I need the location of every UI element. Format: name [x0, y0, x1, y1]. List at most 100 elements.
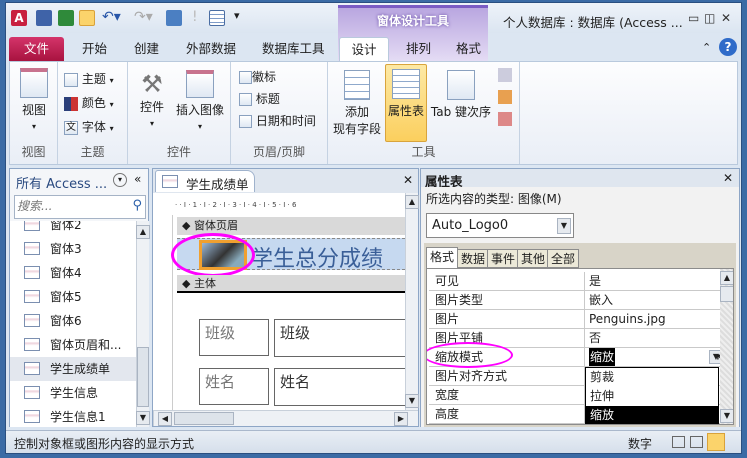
tab-order-button[interactable]: Tab 键次序 — [429, 70, 493, 120]
scroll-thumb[interactable] — [174, 412, 234, 425]
field-label[interactable]: 班级 — [199, 319, 269, 356]
field-textbox[interactable]: 班级 — [274, 319, 414, 357]
help-icon[interactable]: ? — [719, 38, 737, 56]
layout-view-icon[interactable] — [690, 436, 703, 448]
tab-file[interactable]: 文件 — [9, 37, 64, 61]
property-value[interactable]: Penguins.jpg — [589, 310, 666, 328]
table-icon[interactable] — [209, 10, 225, 26]
detail-band[interactable]: ◆ 主体 — [177, 275, 405, 293]
tab-external-data[interactable]: 外部数据 — [178, 37, 244, 61]
field-textbox[interactable]: 姓名 — [274, 368, 414, 406]
vertical-scrollbar[interactable]: ▲ ▼ — [405, 193, 419, 410]
tab-home[interactable]: 开始 — [74, 37, 115, 61]
run-icon[interactable]: ! — [192, 9, 198, 25]
property-value[interactable]: 是 — [589, 272, 601, 290]
property-row[interactable]: 图片 Penguins.jpg — [429, 310, 721, 329]
tab-event[interactable]: 事件 — [487, 249, 520, 268]
scroll-right-icon[interactable]: ▶ — [394, 412, 408, 426]
add-existing-fields-button[interactable]: 添加 现有字段 — [332, 70, 382, 137]
collapse-ribbon-icon[interactable]: ⌃ — [702, 41, 711, 54]
nav-item[interactable]: 学生信息1 — [10, 405, 136, 427]
dropdown-option[interactable]: 拉伸 — [586, 387, 718, 406]
property-value[interactable]: 缩放 — [589, 348, 616, 366]
scroll-up-icon[interactable]: ▲ — [720, 271, 733, 285]
scroll-up-icon[interactable]: ▲ — [405, 195, 419, 209]
tab-create[interactable]: 创建 — [126, 37, 167, 61]
nav-header[interactable]: 所有 Access ... — [16, 173, 107, 192]
property-value[interactable]: 否 — [589, 329, 601, 347]
controls-button[interactable]: ⚒ 控件 ▾ — [134, 70, 170, 129]
tab-data[interactable]: 数据 — [457, 249, 490, 268]
property-scrollbar[interactable]: ▲ ▼ — [720, 269, 733, 424]
object-select[interactable]: Auto_Logo0 ▼ — [426, 213, 574, 238]
chevron-down-icon[interactable]: ▼ — [557, 218, 571, 234]
scroll-down-icon[interactable]: ▼ — [720, 409, 733, 423]
code-icon[interactable] — [498, 90, 512, 104]
scroll-up-icon[interactable]: ▲ — [136, 225, 150, 239]
view-icon — [20, 68, 48, 98]
view-button[interactable]: 视图 ▾ — [16, 68, 52, 132]
scroll-thumb[interactable] — [137, 347, 149, 407]
form-view-icon[interactable] — [672, 436, 685, 448]
collapse-nav-icon[interactable]: « — [134, 172, 141, 186]
convert-macro-icon[interactable] — [498, 112, 512, 126]
subform-icon[interactable] — [498, 68, 512, 82]
close-doc-icon[interactable]: ✕ — [403, 173, 413, 187]
tab-format[interactable]: 格式 — [448, 37, 489, 61]
tab-format[interactable]: 格式 — [426, 247, 459, 269]
nav-item[interactable]: 窗体3 — [10, 237, 136, 261]
minimize-icon[interactable]: ▭ — [688, 11, 699, 25]
maximize-icon[interactable]: ◫ — [704, 11, 715, 25]
nav-list: 窗体2 窗体3 窗体4 窗体5 窗体6 窗体页眉和... 学生成绩单 学生信息 … — [10, 221, 136, 427]
tab-other[interactable]: 其他 — [517, 249, 550, 268]
nav-menu-icon[interactable]: ▾ — [113, 173, 127, 187]
logo-button[interactable]: 徽标 — [239, 68, 276, 85]
tab-all[interactable]: 全部 — [547, 249, 580, 268]
horizontal-scrollbar[interactable]: ◀ ▶ — [153, 410, 418, 426]
dropdown-option[interactable]: 剪裁 — [586, 368, 718, 387]
report-icon[interactable] — [166, 10, 182, 26]
nav-item[interactable]: 窗体页眉和... — [10, 333, 136, 357]
scroll-down-icon[interactable]: ▼ — [405, 394, 419, 408]
search-icon[interactable]: ⚲ — [132, 198, 142, 213]
nav-item[interactable]: 窗体5 — [10, 285, 136, 309]
theme-button[interactable]: 主题 ▾ — [64, 70, 114, 87]
color-button[interactable]: 颜色 ▾ — [64, 94, 114, 111]
dropdown-option-selected[interactable]: 缩放 — [586, 406, 718, 424]
tab-database-tools[interactable]: 数据库工具 — [254, 37, 333, 61]
design-view-icon[interactable] — [79, 10, 95, 26]
close-property-sheet-icon[interactable]: ✕ — [723, 171, 733, 185]
design-view-icon[interactable] — [707, 433, 725, 451]
form-title-label[interactable]: 学生总分成绩 — [251, 241, 383, 273]
tab-design[interactable]: 设计 — [339, 37, 389, 63]
nav-item[interactable]: 窗体4 — [10, 261, 136, 285]
font-button[interactable]: 文 字体 ▾ — [64, 118, 114, 135]
nav-search[interactable]: ⚲ — [14, 195, 146, 219]
nav-item[interactable]: 学生信息 — [10, 381, 136, 405]
insert-image-button[interactable]: 插入图像 ▾ — [172, 70, 228, 132]
excel-icon[interactable] — [58, 10, 74, 26]
scroll-left-icon[interactable]: ◀ — [158, 412, 172, 426]
search-input[interactable] — [15, 196, 123, 216]
customize-toolbar-icon[interactable]: ▾ — [234, 9, 240, 22]
property-value[interactable]: 嵌入 — [589, 291, 613, 309]
undo-icon[interactable]: ↶▾ — [102, 9, 121, 25]
datetime-button[interactable]: 日期和时间 — [239, 112, 316, 129]
nav-item-selected[interactable]: 学生成绩单 — [10, 357, 136, 381]
property-sheet-button[interactable]: 属性表 — [385, 64, 427, 142]
doc-tab[interactable]: 学生成绩单 — [155, 170, 255, 192]
close-icon[interactable]: ✕ — [721, 11, 731, 25]
tab-arrange[interactable]: 排列 — [398, 37, 439, 61]
title-button[interactable]: 标题 — [239, 90, 280, 107]
nav-scrollbar[interactable]: ▲ ▼ — [136, 221, 150, 427]
scroll-down-icon[interactable]: ▼ — [136, 411, 150, 425]
nav-item[interactable]: 窗体6 — [10, 309, 136, 333]
nav-item[interactable]: 窗体2 — [10, 221, 136, 237]
redo-icon[interactable]: ↷▾ — [134, 9, 153, 25]
property-row[interactable]: 可见 是 — [429, 272, 721, 291]
save-icon[interactable] — [36, 10, 52, 26]
property-row[interactable]: 图片类型 嵌入 — [429, 291, 721, 310]
field-label[interactable]: 姓名 — [199, 368, 269, 405]
scroll-thumb[interactable] — [720, 286, 733, 302]
tab-order-label: Tab 键次序 — [430, 105, 492, 119]
